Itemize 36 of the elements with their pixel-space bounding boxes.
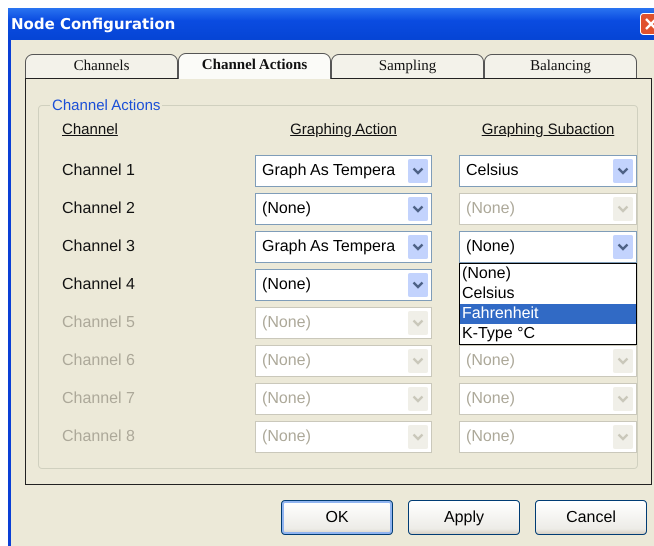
group-title: Channel Actions [51, 97, 162, 114]
dropdown[interactable]: Graph As Tempera [255, 231, 432, 263]
channel-label: Channel 1 [62, 162, 136, 180]
dropdown[interactable]: (None) [459, 231, 637, 263]
chevron-down-icon[interactable] [613, 235, 633, 259]
column-header: Graphing Subaction [482, 120, 614, 140]
window-title: Node Configuration [11, 15, 176, 33]
channel-label: Channel 6 [62, 352, 136, 370]
dropdown-option[interactable]: Celsius [460, 284, 636, 304]
chevron-down-icon[interactable] [408, 235, 428, 259]
channel-label: Channel 4 [62, 276, 136, 294]
dialog-button[interactable]: Cancel [535, 500, 647, 535]
dialog-button[interactable]: Apply [408, 500, 520, 535]
tab[interactable]: Channels [25, 54, 178, 78]
chevron-down-icon[interactable] [613, 159, 633, 183]
column-header: Channel [62, 120, 118, 140]
tab[interactable]: Sampling [331, 54, 484, 78]
dropdown[interactable]: (None) [255, 269, 432, 301]
dropdown-option[interactable]: Fahrenheit [460, 304, 636, 324]
chevron-down-icon[interactable] [408, 197, 428, 221]
channel-label: Channel 5 [62, 314, 136, 332]
tab[interactable]: Channel Actions [178, 53, 331, 79]
dropdown[interactable]: (None) [255, 193, 432, 225]
channel-label: Channel 8 [62, 428, 136, 446]
tab[interactable]: Balancing [484, 54, 637, 78]
column-header: Graphing Action [290, 120, 397, 140]
dropdown[interactable]: Celsius [459, 155, 637, 187]
chevron-down-icon[interactable] [408, 159, 428, 183]
dialog-button[interactable]: OK [281, 500, 393, 535]
channel-label: Channel 2 [62, 200, 136, 218]
dropdown-option[interactable]: (None) [460, 264, 636, 284]
channel-label: Channel 7 [62, 390, 136, 408]
dropdown-option[interactable]: K-Type °C [460, 324, 636, 344]
chevron-down-icon[interactable] [408, 273, 428, 297]
channel-label: Channel 3 [62, 238, 136, 256]
dropdown[interactable]: Graph As Tempera [255, 155, 432, 187]
